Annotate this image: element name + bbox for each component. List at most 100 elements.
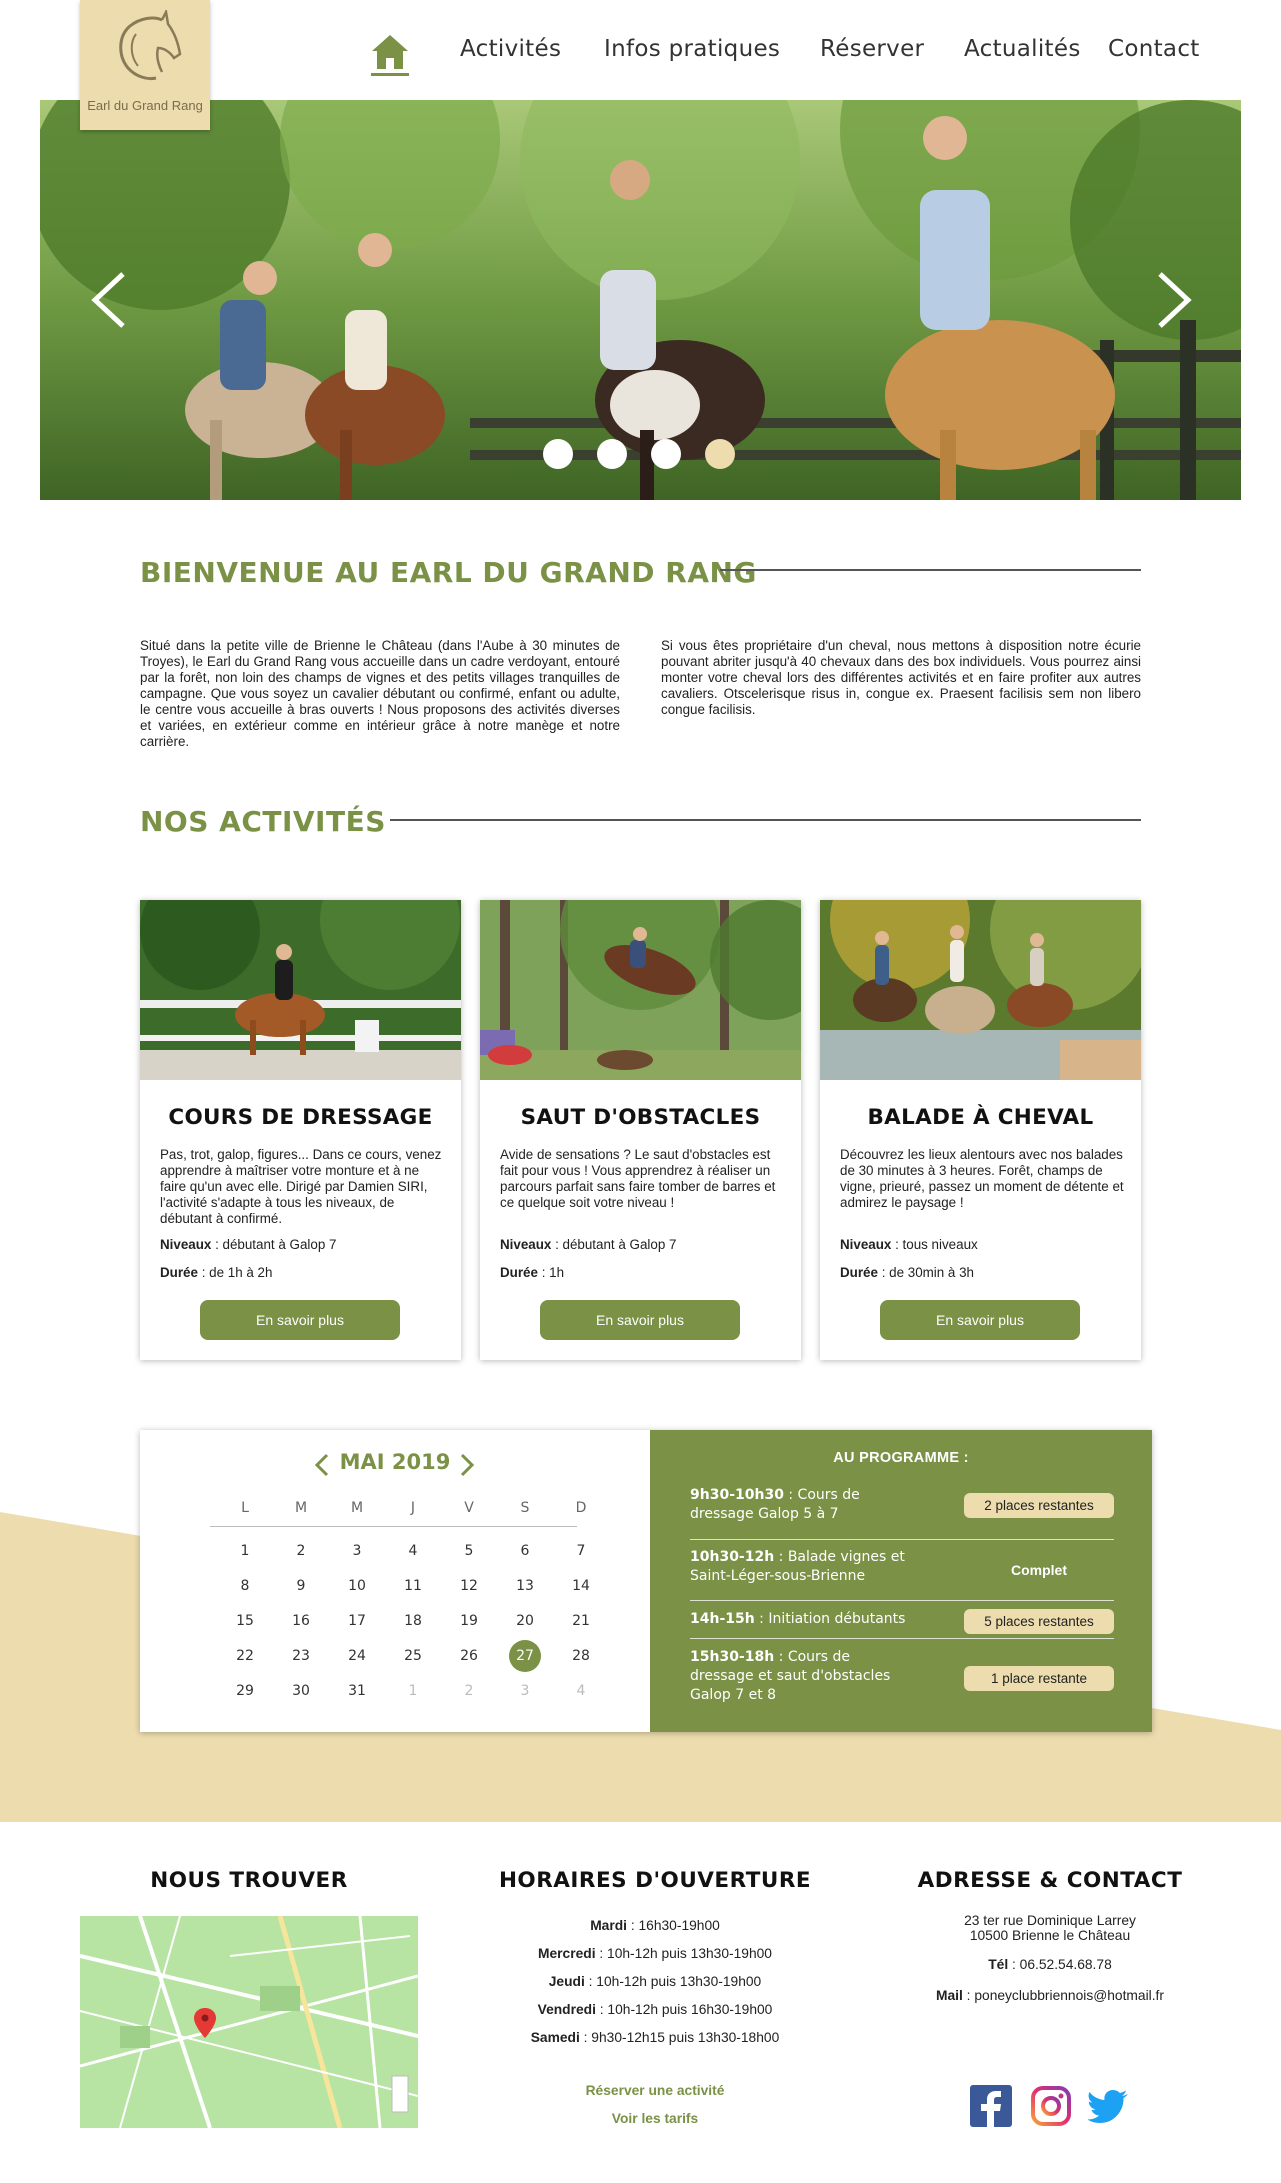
calendar-month: MAI 2019	[339, 1450, 451, 1474]
activity-card-jumping: SAUT D'OBSTACLES Avide de sensations ? L…	[480, 900, 801, 1360]
calendar: MAI 2019 L M M J V S D 1 2 3 4 5 6 7 8 9 10 11 12 13…	[140, 1430, 650, 1732]
calendar-day[interactable]: 31	[341, 1675, 373, 1707]
activities-title: NOS ACTIVITÉS	[140, 805, 386, 838]
twitter-icon[interactable]	[1088, 2085, 1130, 2127]
nav-item-contact[interactable]: Contact	[1108, 36, 1200, 62]
programme-title: AU PROGRAMME :	[833, 1450, 969, 1466]
contact-info: 23 ter rue Dominique Larrey 10500 Brienn…	[900, 1913, 1200, 2003]
calendar-day[interactable]: 20	[509, 1605, 541, 1637]
slider-next-arrow[interactable]	[1148, 270, 1198, 330]
jumping-photo	[480, 900, 801, 1080]
slider-dot-active[interactable]	[705, 439, 735, 469]
card-title: BALADE À CHEVAL	[867, 1105, 1094, 1130]
calendar-day[interactable]: 9	[285, 1570, 317, 1602]
card-level: Niveaux : tous niveaux	[840, 1237, 978, 1252]
calendar-day[interactable]: 28	[565, 1640, 597, 1672]
opening-hours-title: HORAIRES D'OUVERTURE	[498, 1868, 812, 1893]
calendar-day[interactable]: 26	[453, 1640, 485, 1672]
ride-photo	[820, 900, 1141, 1080]
card-duration: Durée : 1h	[500, 1265, 565, 1280]
calendar-day[interactable]: 10	[341, 1570, 373, 1602]
weekday-label: M	[294, 1500, 308, 1516]
calendar-day[interactable]: 17	[341, 1605, 373, 1637]
programme-item: 15h30-18h : Cours de dressage et saut d'…	[690, 1649, 891, 1703]
card-description: Pas, trot, galop, figures... Dans ce cou…	[160, 1147, 442, 1226]
calendar-day[interactable]: 25	[397, 1640, 429, 1672]
prices-link[interactable]: Voir les tarifs	[470, 2111, 840, 2126]
calendar-day[interactable]: 23	[285, 1640, 317, 1672]
find-us-title: NOUS TROUVER	[150, 1868, 348, 1893]
calendar-day[interactable]: 13	[509, 1570, 541, 1602]
calendar-day[interactable]: 1	[229, 1535, 261, 1567]
facebook-icon[interactable]	[970, 2085, 1012, 2127]
chevron-right-icon[interactable]	[457, 1452, 477, 1478]
programme-divider	[690, 1539, 1114, 1540]
calendar-day-today[interactable]: 27	[509, 1640, 541, 1672]
opening-hours-list: Mardi : 16h30-19h00 Mercredi : 10h-12h p…	[470, 1912, 840, 2052]
calendar-day[interactable]: 22	[229, 1640, 261, 1672]
hero-slider	[40, 100, 1241, 500]
site-logo[interactable]: Earl du Grand Rang	[80, 0, 210, 130]
instagram-icon[interactable]	[1030, 2085, 1072, 2127]
nav-item-infos-pratiques[interactable]: Infos pratiques	[604, 36, 780, 62]
calendar-day[interactable]: 16	[285, 1605, 317, 1637]
calendar-day[interactable]: 2	[285, 1535, 317, 1567]
card-description: Avide de sensations ? Le saut d'obstacle…	[500, 1147, 776, 1210]
learn-more-button[interactable]: En savoir plus	[200, 1300, 400, 1340]
calendar-day[interactable]: 24	[341, 1640, 373, 1672]
calendar-day[interactable]: 18	[397, 1605, 429, 1637]
card-duration: Durée : de 1h à 2h	[160, 1265, 273, 1280]
calendar-day[interactable]: 19	[453, 1605, 485, 1637]
hours-row: Mardi : 16h30-19h00	[590, 1918, 720, 1933]
calendar-day[interactable]: 15	[229, 1605, 261, 1637]
calendar-day[interactable]: 30	[285, 1675, 317, 1707]
calendar-day[interactable]: 14	[565, 1570, 597, 1602]
availability-badge: 1 place restante	[964, 1666, 1114, 1691]
home-icon[interactable]	[370, 31, 410, 73]
calendar-day[interactable]: 29	[229, 1675, 261, 1707]
card-title: COURS DE DRESSAGE	[168, 1105, 433, 1130]
weekday-label: D	[575, 1500, 587, 1516]
title-divider	[720, 569, 1141, 571]
calendar-day[interactable]: 21	[565, 1605, 597, 1637]
learn-more-button[interactable]: En savoir plus	[540, 1300, 740, 1340]
slider-dot[interactable]	[651, 439, 681, 469]
email: Mail : poneyclubbriennois@hotmail.fr	[936, 1988, 1164, 2003]
slider-prev-arrow[interactable]	[85, 270, 135, 330]
home-active-underline	[371, 73, 409, 76]
calendar-day[interactable]: 2	[453, 1675, 485, 1707]
card-description: Découvrez les lieux alentours avec nos b…	[840, 1147, 1124, 1210]
programme-item: 10h30-12h : Balade vignes et Saint-Léger…	[690, 1549, 905, 1584]
activity-card-dressage: COURS DE DRESSAGE Pas, trot, galop, figu…	[140, 900, 461, 1360]
phone: Tél : 06.52.54.68.78	[988, 1957, 1112, 1972]
calendar-day[interactable]: 4	[565, 1675, 597, 1707]
calendar-day[interactable]: 11	[397, 1570, 429, 1602]
slider-dot[interactable]	[543, 439, 573, 469]
nav-item-reserver[interactable]: Réserver	[820, 36, 924, 62]
calendar-day[interactable]: 6	[509, 1535, 541, 1567]
welcome-title: BIENVENUE AU EARL DU GRAND RANG	[140, 556, 757, 589]
calendar-day[interactable]: 1	[397, 1675, 429, 1707]
book-activity-link[interactable]: Réserver une activité	[470, 2083, 840, 2098]
calendar-day[interactable]: 3	[341, 1535, 373, 1567]
calendar-day[interactable]: 8	[229, 1570, 261, 1602]
nav-item-actualites[interactable]: Actualités	[964, 36, 1081, 62]
card-title: SAUT D'OBSTACLES	[520, 1105, 761, 1130]
calendar-day[interactable]: 3	[509, 1675, 541, 1707]
intro-text-right: Si vous êtes propriétaire d'un cheval, n…	[661, 638, 1141, 717]
hours-row: Jeudi : 10h-12h puis 13h30-19h00	[548, 1974, 762, 1989]
nav-item-activites[interactable]: Activités	[460, 36, 561, 62]
card-duration: Durée : de 30min à 3h	[840, 1265, 974, 1280]
address-contact-title: ADRESSE & CONTACT	[917, 1868, 1183, 1893]
location-map[interactable]	[80, 1916, 418, 2128]
slider-dot[interactable]	[597, 439, 627, 469]
card-level: Niveaux : débutant à Galop 7	[160, 1237, 337, 1252]
hero-photo-riders	[40, 100, 1241, 500]
calendar-day[interactable]: 7	[565, 1535, 597, 1567]
calendar-day[interactable]: 4	[397, 1535, 429, 1567]
card-level: Niveaux : débutant à Galop 7	[500, 1237, 677, 1252]
calendar-day[interactable]: 5	[453, 1535, 485, 1567]
calendar-header-divider	[210, 1526, 577, 1527]
learn-more-button[interactable]: En savoir plus	[880, 1300, 1080, 1340]
calendar-day[interactable]: 12	[453, 1570, 485, 1602]
